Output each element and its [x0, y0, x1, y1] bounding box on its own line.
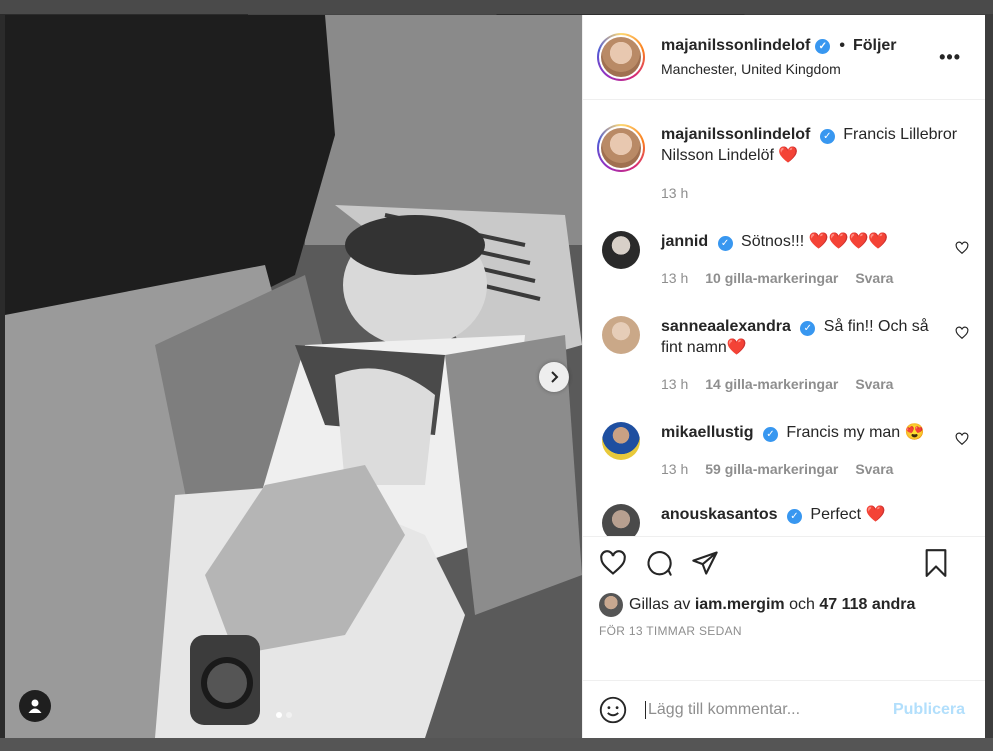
comment-likes[interactable]: 59 gilla-markeringar: [705, 459, 838, 480]
post-photo: [5, 15, 582, 738]
follow-button[interactable]: Följer: [853, 37, 897, 55]
reply-button[interactable]: Svara: [855, 268, 893, 289]
comment-likes[interactable]: 10 gilla-markeringar: [705, 268, 838, 289]
comment-like-icon[interactable]: [955, 432, 969, 446]
liker-username[interactable]: iam.mergim: [695, 596, 785, 614]
comment-likes[interactable]: 14 gilla-markeringar: [705, 374, 838, 395]
post-timestamp[interactable]: FÖR 13 TIMMAR SEDAN: [583, 624, 985, 680]
carousel-indicator: [276, 712, 292, 718]
reply-button[interactable]: Svara: [855, 374, 893, 395]
publish-button[interactable]: Publicera: [893, 701, 965, 719]
comment-input[interactable]: Lägg till kommentar...: [645, 700, 800, 719]
next-arrow-icon: [551, 371, 559, 383]
verified-icon: ✓: [762, 427, 778, 442]
comment-username[interactable]: jannid: [661, 233, 708, 250]
reply-button[interactable]: Svara: [855, 459, 893, 480]
comment-like-icon[interactable]: [955, 241, 969, 255]
likes-summary: Gillas av iam.mergim och 47 118 andra: [583, 590, 985, 620]
verified-icon: ✓: [815, 38, 831, 54]
comment-text: Sötnos!!! ❤️❤️❤️❤️: [741, 233, 889, 250]
share-icon[interactable]: [691, 549, 719, 577]
location-link[interactable]: Manchester, United Kingdom: [661, 61, 897, 77]
comment-text: Perfect ❤️: [810, 506, 886, 523]
verified-icon: ✓: [786, 509, 802, 524]
user-tags-button[interactable]: [19, 690, 51, 722]
commenter-avatar[interactable]: [602, 422, 640, 460]
comment: anouskasantos ✓ Perfect ❤️: [597, 504, 985, 536]
add-comment-bar: Lägg till kommentar... Publicera: [583, 680, 985, 738]
post-media[interactable]: [5, 15, 582, 738]
likes-and: och: [789, 596, 815, 613]
commenter-avatar[interactable]: [602, 231, 640, 269]
separator: •: [839, 37, 845, 54]
likes-count-link[interactable]: 47 118 andra: [819, 596, 915, 614]
heart-icon[interactable]: [599, 549, 627, 577]
comment-time[interactable]: 13 h: [661, 459, 688, 480]
caption-time: 13 h: [661, 185, 689, 201]
commenter-avatar[interactable]: [602, 316, 640, 354]
caption-username[interactable]: majanilssonlindelof: [661, 126, 810, 143]
verified-icon: ✓: [819, 129, 835, 144]
post-panel: majanilssonlindelof ✓ • Följer Mancheste…: [582, 15, 985, 738]
more-options-button[interactable]: •••: [939, 47, 961, 68]
liker-avatar[interactable]: [599, 593, 623, 617]
comment-time[interactable]: 13 h: [661, 268, 688, 289]
author-avatar[interactable]: [597, 33, 645, 81]
post-header: majanilssonlindelof ✓ • Följer Mancheste…: [583, 15, 985, 100]
comment-username[interactable]: anouskasantos: [661, 506, 777, 523]
caption: majanilssonlindelof ✓ Francis Lillebror …: [597, 124, 985, 204]
post-modal: majanilssonlindelof ✓ • Följer Mancheste…: [5, 15, 985, 738]
carousel-dot-2: [286, 712, 292, 718]
caption-avatar[interactable]: [597, 124, 645, 172]
likes-prefix: Gillas av: [629, 596, 691, 613]
comments-section[interactable]: majanilssonlindelof ✓ Francis Lillebror …: [583, 100, 985, 536]
action-bar: [583, 536, 985, 588]
comment-text: Francis my man 😍: [786, 424, 925, 441]
comment-username[interactable]: sanneaalexandra: [661, 318, 791, 335]
verified-icon: ✓: [800, 321, 816, 336]
emoji-icon[interactable]: [599, 696, 627, 724]
comment-username[interactable]: mikaellustig: [661, 424, 753, 441]
commenter-avatar[interactable]: [602, 504, 640, 536]
comment: mikaellustig ✓ Francis my man 😍 13 h 59 …: [597, 422, 985, 480]
comment: sanneaalexandra ✓ Så fin!! Och så fint n…: [597, 316, 985, 395]
comment-icon[interactable]: [645, 549, 673, 577]
verified-icon: ✓: [717, 236, 733, 251]
author-username[interactable]: majanilssonlindelof: [661, 37, 810, 55]
backdrop-top: [0, 0, 993, 14]
comment-time[interactable]: 13 h: [661, 374, 688, 395]
comment: jannid ✓ Sötnos!!! ❤️❤️❤️❤️ 13 h 10 gill…: [597, 231, 985, 289]
comment-like-icon[interactable]: [955, 326, 969, 340]
user-tag-icon: [28, 699, 42, 713]
backdrop-bottom: [0, 738, 993, 751]
next-slide-button[interactable]: [539, 362, 569, 392]
bookmark-icon[interactable]: [923, 549, 949, 577]
carousel-dot-1: [276, 712, 282, 718]
